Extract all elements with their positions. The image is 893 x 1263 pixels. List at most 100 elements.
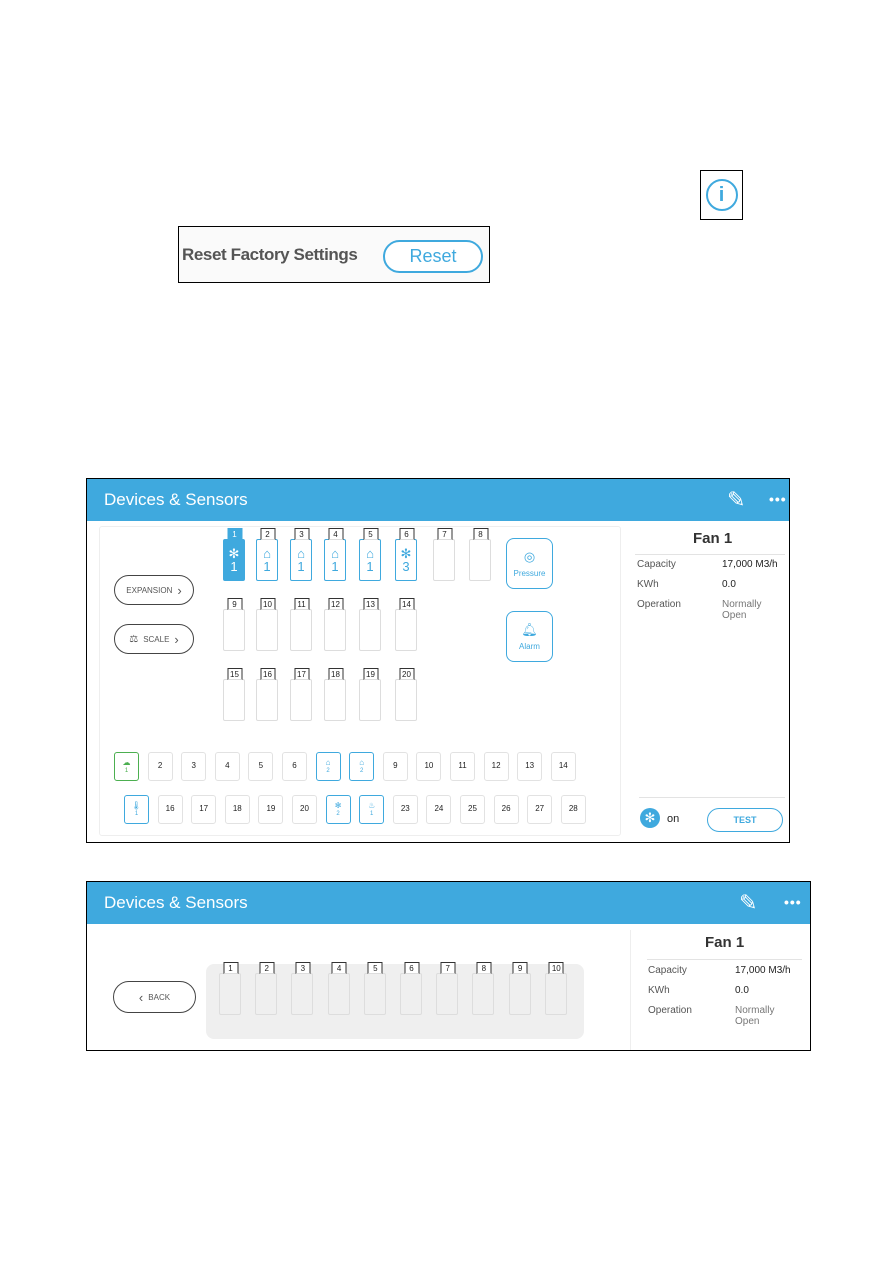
module-number: 9	[227, 598, 242, 610]
module-body: ⌂ 1	[324, 539, 346, 581]
module-body: ⌂ 1	[290, 539, 312, 581]
module-number: 5	[367, 962, 383, 974]
detail-label-operation: Operation	[648, 1005, 692, 1016]
input-tile[interactable]: 6	[282, 752, 307, 781]
input-number: 11	[458, 761, 467, 771]
input-count: 1	[134, 810, 139, 817]
input-tile[interactable]: 23	[392, 795, 418, 824]
expansion-button[interactable]: EXPANSION ›	[114, 575, 194, 605]
input-tile[interactable]: ⌂ 2	[315, 752, 341, 781]
input-tile[interactable]: 19	[258, 795, 284, 824]
input-tile[interactable]: 10	[416, 752, 442, 781]
input-number: 9	[393, 761, 398, 771]
module-body	[359, 609, 381, 651]
module-body: ✻ 3	[395, 539, 417, 581]
input-number: 3	[191, 761, 196, 771]
input-tile[interactable]: 2	[147, 752, 173, 781]
divider	[639, 797, 785, 798]
module-body	[290, 679, 312, 721]
input-number: 14	[558, 761, 568, 771]
pencil-icon[interactable]: ✎	[727, 487, 745, 513]
module-number: 18	[328, 668, 343, 680]
input-number: 5	[258, 761, 264, 771]
input-tile[interactable]: 14	[550, 752, 576, 781]
input-number: 13	[525, 761, 535, 771]
module-number: 2	[260, 528, 275, 540]
module-number: 7	[437, 528, 452, 540]
detail-value-capacity: 17,000 M3/h	[735, 965, 791, 976]
chevron-left-icon: ‹	[138, 989, 144, 1005]
module-number: 17	[294, 668, 309, 680]
input-tile[interactable]: 17	[191, 795, 217, 824]
input-tile[interactable]: 4	[214, 752, 240, 781]
input-tile[interactable]: 28	[560, 795, 586, 824]
input-tile[interactable]: ⌂ 2	[349, 752, 375, 781]
module-number: 13	[363, 598, 378, 610]
input-number: 4	[225, 761, 230, 771]
input-tile[interactable]: 12	[483, 752, 509, 781]
detail-value-kwh: 0.0	[722, 579, 736, 590]
curtain-icon: ⌂	[359, 757, 365, 767]
input-tile[interactable]: 3	[181, 752, 207, 781]
divider	[635, 554, 785, 555]
input-tile[interactable]: 13	[517, 752, 543, 781]
input-tile[interactable]: 24	[426, 795, 452, 824]
thermometer-icon: 🌡︎	[131, 800, 142, 810]
detail-value-capacity: 17,000 M3/h	[722, 559, 778, 570]
input-tile[interactable]: 25	[460, 795, 485, 824]
input-tile[interactable]: 🌡︎ 1	[124, 795, 149, 824]
module-body	[469, 539, 491, 581]
module-number: 9	[512, 962, 528, 974]
alarm-label: Alarm	[519, 642, 540, 651]
more-dots-icon[interactable]: •••	[769, 491, 787, 507]
module-number: 19	[363, 668, 378, 680]
module-count: 3	[402, 559, 410, 574]
pencil-icon[interactable]: ✎	[739, 890, 757, 916]
detail-title: Fan 1	[693, 530, 733, 547]
module-number: 15	[227, 668, 242, 680]
module-body	[544, 973, 567, 1015]
devices-sensors-screen: Devices & Sensors ✎ ••• EXPANSION › ⚖ SCAL…	[86, 478, 790, 843]
reset-factory-settings-panel: Reset Factory Settings Reset	[178, 226, 490, 283]
scale-icon: ⚖	[129, 633, 139, 645]
alarm-button[interactable]: 🔔︎ Alarm	[506, 611, 553, 662]
pressure-button[interactable]: ◎ Pressure	[506, 538, 553, 589]
input-tile[interactable]: ♨ 1	[359, 795, 385, 824]
module-number: 10	[548, 962, 564, 974]
reset-button[interactable]: Reset	[383, 240, 483, 273]
back-button[interactable]: ‹ BACK	[113, 981, 196, 1013]
input-tile[interactable]: 27	[527, 795, 553, 824]
module-count: 1	[230, 559, 238, 574]
detail-label-kwh: KWh	[637, 579, 659, 590]
module-body	[256, 609, 278, 651]
inlet-icon: ⌂	[325, 757, 331, 767]
module-number: 3	[295, 962, 311, 974]
input-tile[interactable]: 16	[157, 795, 183, 824]
input-tile[interactable]: 18	[224, 795, 250, 824]
module-body	[395, 679, 417, 721]
module-number: 1	[223, 962, 238, 974]
module-number: 11	[294, 598, 309, 610]
module-body	[324, 609, 346, 651]
detail-value-operation: Normally Open	[735, 1005, 775, 1027]
scale-button[interactable]: ⚖ SCALE ›	[114, 624, 194, 654]
pressure-icon: ◎	[523, 549, 536, 564]
info-icon-box: i	[700, 170, 743, 220]
module-number: 6	[399, 528, 414, 540]
module-body: ✻ 1	[223, 539, 245, 581]
test-button[interactable]: TEST	[707, 808, 783, 832]
info-icon: i	[705, 179, 738, 211]
input-number: 27	[535, 804, 545, 814]
divider	[630, 930, 631, 1050]
input-tile[interactable]: 11	[450, 752, 475, 781]
input-tile[interactable]: ☁ 1	[114, 752, 139, 781]
input-tile[interactable]: 9	[382, 752, 408, 781]
module-number: 4	[331, 962, 347, 974]
input-tile[interactable]: ✻ 2	[325, 795, 351, 824]
more-dots-icon[interactable]: •••	[784, 894, 802, 910]
module-count: 1	[297, 559, 305, 574]
fan-icon: ✻	[334, 800, 342, 810]
input-tile[interactable]: 26	[493, 795, 519, 824]
input-tile[interactable]: 20	[292, 795, 317, 824]
input-tile[interactable]: 5	[248, 752, 274, 781]
